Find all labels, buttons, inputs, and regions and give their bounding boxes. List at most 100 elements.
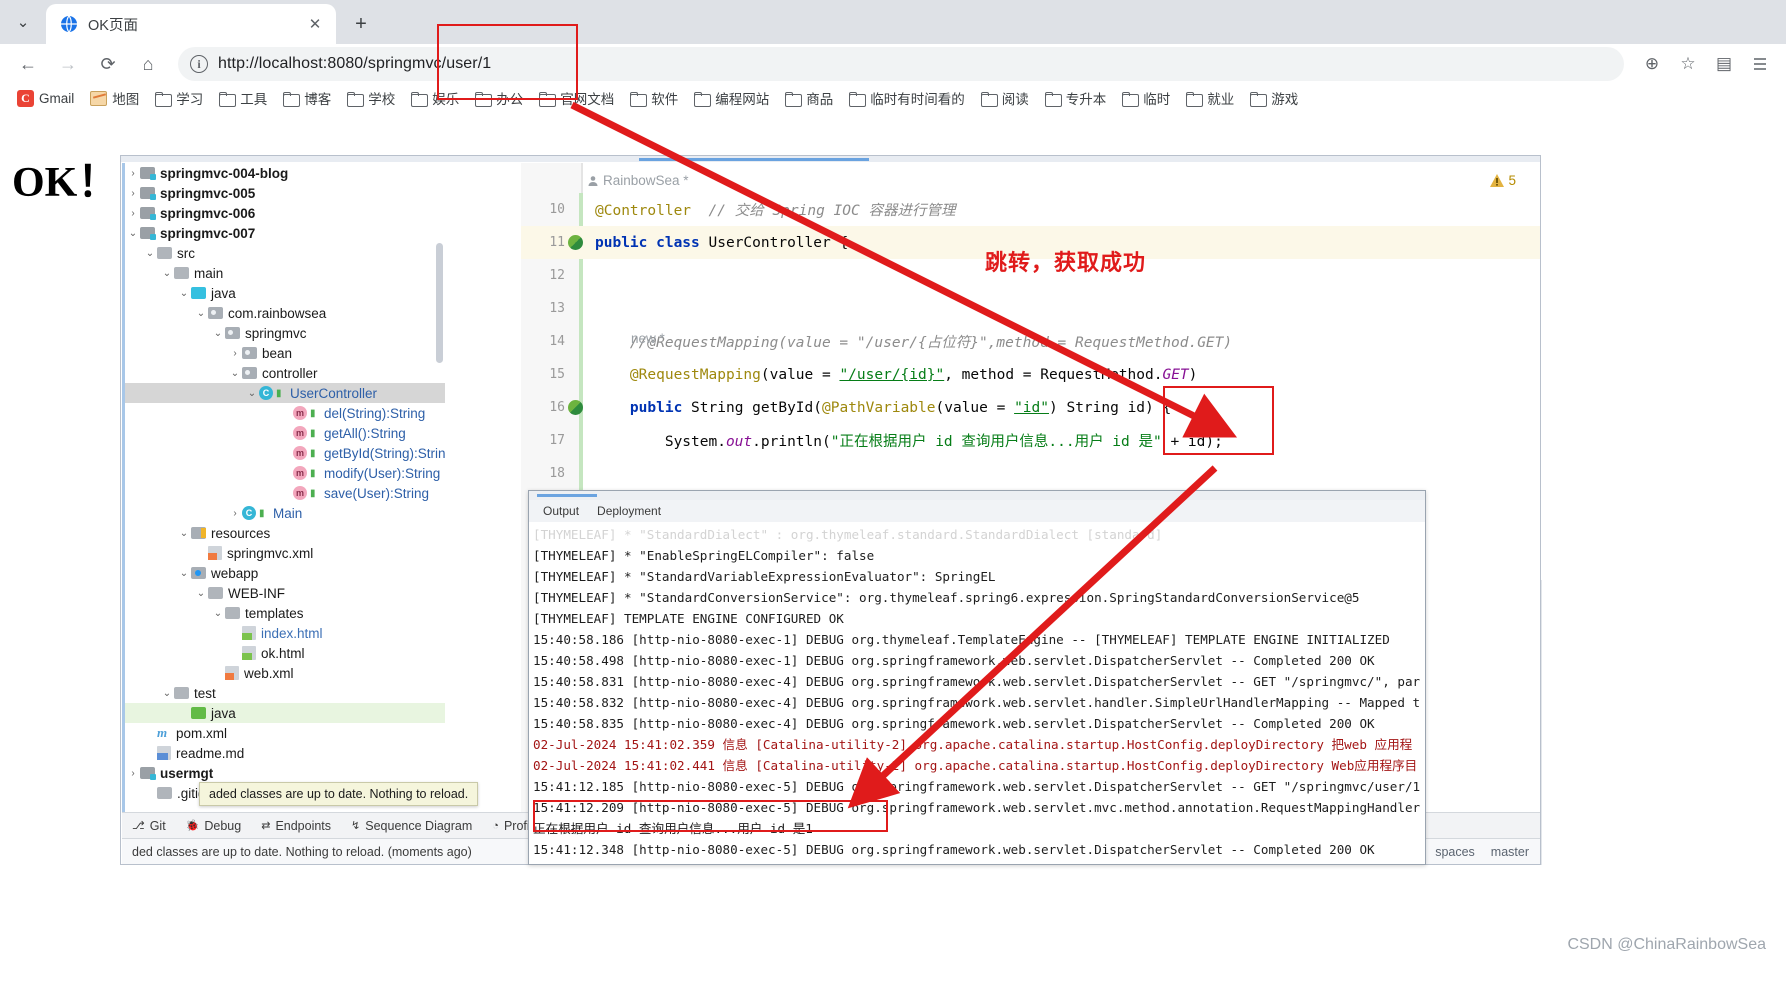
code-line[interactable]: 15 @RequestMapping(value = "/user/{id}",… xyxy=(521,358,1540,391)
chevron-down-icon[interactable]: ⌄ xyxy=(194,588,208,599)
back-icon[interactable]: ← xyxy=(10,48,46,80)
bookmark-item[interactable]: 博客 xyxy=(276,85,338,111)
chevron-down-icon[interactable]: ⌄ xyxy=(211,328,225,339)
chevron-right-icon[interactable]: › xyxy=(228,508,242,519)
tree-item[interactable]: m ▮ modify(User):String xyxy=(122,463,445,483)
bookmark-item[interactable]: C Gmail xyxy=(10,87,81,110)
bookmark-item[interactable]: 商品 xyxy=(778,85,840,111)
bookmark-item[interactable]: 学校 xyxy=(340,85,402,111)
tree-item[interactable]: index.html xyxy=(122,623,445,643)
chevron-down-icon[interactable]: ⌄ xyxy=(177,528,191,539)
tree-item[interactable]: › springmvc-006 xyxy=(122,203,445,223)
new-tab-button[interactable]: + xyxy=(344,7,378,41)
status-branch[interactable]: master xyxy=(1491,845,1529,859)
bookmark-item[interactable]: 官网文档 xyxy=(532,85,621,111)
bookmark-item[interactable]: 就业 xyxy=(1179,85,1241,111)
browser-tab[interactable]: OK页面 ✕ xyxy=(46,4,336,44)
bookmark-star-icon[interactable]: ☆ xyxy=(1672,48,1704,80)
tree-item[interactable]: › usermgt xyxy=(122,763,445,783)
chevron-down-icon[interactable]: ⌄ xyxy=(177,288,191,299)
tree-item[interactable]: m ▮ getById(String):Strin xyxy=(122,443,445,463)
spring-bean-gutter-icon[interactable] xyxy=(565,235,585,250)
tree-item[interactable]: › bean xyxy=(122,343,445,363)
close-icon[interactable]: ✕ xyxy=(304,13,326,35)
chevron-down-icon[interactable]: ⌄ xyxy=(177,568,191,579)
split-screen-icon[interactable]: ▤ xyxy=(1708,48,1740,80)
chevron-right-icon[interactable]: › xyxy=(126,188,140,199)
tree-item[interactable]: ⌄ WEB-INF xyxy=(122,583,445,603)
tree-item[interactable]: › springmvc-004-blog xyxy=(122,163,445,183)
tree-item[interactable]: ⌄ springmvc xyxy=(122,323,445,343)
tree-item[interactable]: m ▮ del(String):String xyxy=(122,403,445,423)
tree-item[interactable]: ⌄ main xyxy=(122,263,445,283)
tree-item[interactable]: ⌄ webapp xyxy=(122,563,445,583)
chevron-down-icon[interactable]: ⌄ xyxy=(228,368,242,379)
code-line[interactable]: 16 public String getById(@PathVariable(v… xyxy=(521,391,1540,424)
bookmark-item[interactable]: 游戏 xyxy=(1243,85,1305,111)
chevron-down-icon[interactable]: ⌄ xyxy=(245,388,259,399)
code-line[interactable]: 14 //@RequestMapping(value = "/user/{占位符… xyxy=(521,325,1540,358)
ide-tool-window-button[interactable]: 🐞 Debug xyxy=(186,819,242,833)
tree-item[interactable]: ok.html xyxy=(122,643,445,663)
tab-list-chevron-icon[interactable]: ⌄ xyxy=(0,0,46,44)
chevron-down-icon[interactable]: ⌄ xyxy=(160,268,174,279)
browser-menu-icon[interactable] xyxy=(1744,48,1776,80)
chevron-down-icon[interactable]: ⌄ xyxy=(194,308,208,319)
tree-item[interactable]: ⌄ test xyxy=(122,683,445,703)
tree-item[interactable]: ⌄ C ▮ UserController xyxy=(122,383,445,403)
console-tab[interactable]: Output xyxy=(543,504,579,518)
run-console-panel[interactable]: Output Deployment [THYMELEAF] * "Standard… xyxy=(528,490,1426,865)
bookmark-item[interactable]: 临时 xyxy=(1115,85,1177,111)
chevron-down-icon[interactable]: ⌄ xyxy=(126,228,140,239)
ide-tool-window-button[interactable]: ↯ Sequence Diagram xyxy=(351,819,472,833)
chevron-right-icon[interactable]: › xyxy=(126,168,140,179)
bookmark-item[interactable]: 阅读 xyxy=(974,85,1036,111)
tree-item[interactable]: › C ▮ Main xyxy=(122,503,445,523)
bookmark-item[interactable]: 办公 xyxy=(468,85,530,111)
code-line[interactable]: 10 @Controller // 交给 Spring IOC 容器进行管理 xyxy=(521,193,1540,226)
console-tab-bar[interactable]: Output Deployment xyxy=(529,500,1425,522)
tree-item[interactable]: m ▮ getAll():String xyxy=(122,423,445,443)
tree-item[interactable]: web.xml xyxy=(122,663,445,683)
code-line[interactable]: 13 xyxy=(521,292,1540,325)
tree-item[interactable]: springmvc.xml xyxy=(122,543,445,563)
spring-bean-gutter-icon[interactable] xyxy=(565,400,585,415)
chevron-right-icon[interactable]: › xyxy=(126,768,140,779)
bookmark-item[interactable]: 编程网站 xyxy=(687,85,776,111)
tree-item[interactable]: ⌄ resources xyxy=(122,523,445,543)
reload-icon[interactable]: ⟳ xyxy=(90,48,126,80)
console-tab[interactable]: Deployment xyxy=(597,504,661,518)
tree-item[interactable]: m ▮ save(User):String xyxy=(122,483,445,503)
tree-item[interactable]: ⌄ java xyxy=(122,283,445,303)
tree-item[interactable]: ⌄ controller xyxy=(122,363,445,383)
chevron-down-icon[interactable]: ⌄ xyxy=(211,608,225,619)
console-output[interactable]: [THYMELEAF] * "StandardDialect" : org.th… xyxy=(529,522,1425,864)
chevron-down-icon[interactable]: ⌄ xyxy=(143,248,157,259)
tree-item[interactable]: ⌄ com.rainbowsea xyxy=(122,303,445,323)
bookmark-item[interactable]: 临时有时间看的 xyxy=(842,85,972,111)
bookmark-item[interactable]: 软件 xyxy=(623,85,685,111)
zoom-icon[interactable]: ⊕ xyxy=(1636,48,1668,80)
bookmark-item[interactable]: 地图 xyxy=(83,85,146,111)
project-tree[interactable]: › springmvc-004-blog › springmvc-005 › spring… xyxy=(122,163,445,823)
chevron-right-icon[interactable]: › xyxy=(228,348,242,359)
tree-item[interactable]: m pom.xml xyxy=(122,723,445,743)
chevron-right-icon[interactable]: › xyxy=(126,208,140,219)
code-line[interactable]: 18 xyxy=(521,457,1540,490)
tree-item[interactable]: ⌄ src xyxy=(122,243,445,263)
address-bar[interactable]: i http://localhost:8080/springmvc/user/1 xyxy=(178,47,1624,81)
code-line[interactable]: 17 System.out.println("正在根据用户 id 查询用户信息.… xyxy=(521,424,1540,457)
tree-item[interactable]: java xyxy=(122,703,445,723)
tree-item[interactable]: readme.md xyxy=(122,743,445,763)
ide-tool-window-button[interactable]: ⇄ Endpoints xyxy=(261,819,331,833)
chevron-down-icon[interactable]: ⌄ xyxy=(160,688,174,699)
bookmark-item[interactable]: 专升本 xyxy=(1038,85,1114,111)
tree-item[interactable]: ⌄ templates xyxy=(122,603,445,623)
status-indent[interactable]: spaces xyxy=(1435,845,1475,859)
tree-scrollbar[interactable] xyxy=(436,243,443,363)
tree-item[interactable]: ⌄ springmvc-007 xyxy=(122,223,445,243)
bookmark-item[interactable]: 学习 xyxy=(148,85,210,111)
bookmark-item[interactable]: 娱乐 xyxy=(404,85,466,111)
home-icon[interactable]: ⌂ xyxy=(130,48,166,80)
bookmark-item[interactable]: 工具 xyxy=(212,85,274,111)
